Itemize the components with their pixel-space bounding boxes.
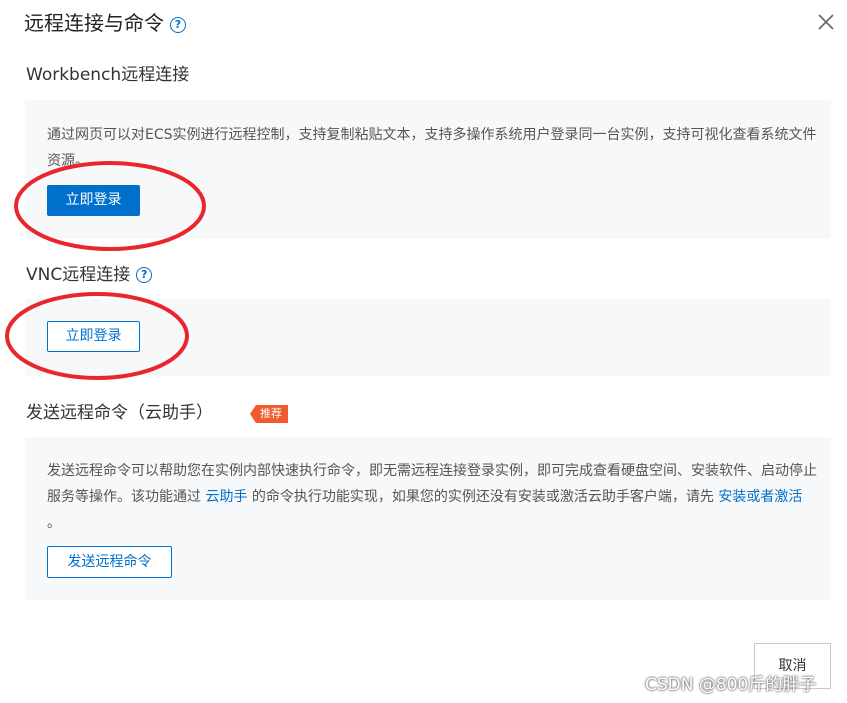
- watermark: CSDN @800斤的胖子: [645, 675, 817, 695]
- annotation-circle-workbench: [14, 161, 206, 251]
- annotation-circle-vnc: [5, 292, 189, 380]
- annotation-overlay: [5, 161, 206, 380]
